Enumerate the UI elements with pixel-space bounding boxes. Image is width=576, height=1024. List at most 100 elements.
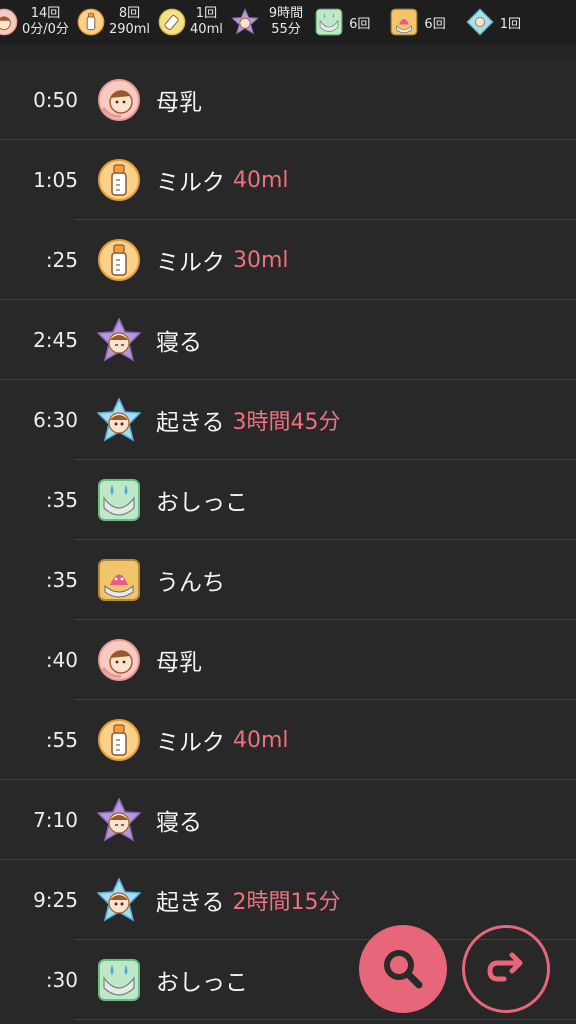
milk-bottle-icon xyxy=(98,159,140,201)
list-item[interactable]: :35 うんち xyxy=(0,540,576,620)
entry-label-wrap: ミルク 40ml xyxy=(156,700,289,780)
summary-pee[interactable]: 6回 xyxy=(315,0,370,44)
summary-formula-count: 1回 xyxy=(195,6,218,21)
summary-breast[interactable]: 14回 0分/0分 xyxy=(0,0,69,44)
entry-label-wrap: ミルク 30ml xyxy=(156,220,289,300)
breastfeeding-icon xyxy=(98,79,140,121)
entry-label: ミルク xyxy=(156,730,225,756)
entry-label: 寝る xyxy=(156,330,202,356)
breastfeeding-icon xyxy=(98,639,140,681)
pee-icon xyxy=(315,8,343,36)
entry-time: :35 xyxy=(45,488,78,512)
entry-label: 母乳 xyxy=(156,90,202,116)
summary-milk-amount: 290ml xyxy=(108,22,151,37)
summary-pee-count: 6回 xyxy=(349,16,371,32)
list-item[interactable]: 0:50 母乳 xyxy=(0,60,576,140)
entry-label: 母乳 xyxy=(156,650,202,676)
daily-summary-bar: 14回 0分/0分 8回 290ml 1回 40ml 9時間 55分 6回 6回… xyxy=(0,0,576,45)
list-item[interactable]: :25 ミルク 30ml xyxy=(0,220,576,300)
header-spacer xyxy=(0,44,576,60)
entry-time: 9:25 xyxy=(33,888,78,912)
entry-time: :25 xyxy=(45,248,78,272)
entry-amount: 3時間45分 xyxy=(232,410,341,435)
search-icon xyxy=(384,950,423,989)
entry-label-wrap: 母乳 xyxy=(156,60,202,140)
summary-other-count: 1回 xyxy=(499,16,521,32)
entry-time: 0:50 xyxy=(33,88,78,112)
row-divider xyxy=(74,1019,576,1020)
entry-label: うんち xyxy=(156,570,225,596)
timeline-list: 0:50 母乳 1:05 ミルク 40ml :25 ミルク 30ml 2:45 寝る 6:30 起きる… xyxy=(0,60,576,1020)
entry-label-wrap: 起きる 3時間45分 xyxy=(156,380,341,460)
entry-label: おしっこ xyxy=(156,970,248,996)
summary-sleep-text: 9時間 55分 xyxy=(269,6,303,38)
poop-icon xyxy=(98,559,140,601)
entry-time: 7:10 xyxy=(33,808,78,832)
entry-label: 起きる xyxy=(156,410,225,436)
milk-bottle-icon xyxy=(98,719,140,761)
entry-time: 6:30 xyxy=(33,408,78,432)
entry-label: おしっこ xyxy=(156,490,248,516)
list-item[interactable]: :40 母乳 xyxy=(0,620,576,700)
summary-formula-text: 1回 40ml xyxy=(190,6,223,38)
summary-milk-text: 8回 290ml xyxy=(109,6,150,38)
list-item[interactable]: 2:45 寝る xyxy=(0,300,576,380)
redo-arrow-icon xyxy=(487,952,523,982)
entry-label: ミルク xyxy=(156,250,225,276)
entry-label-wrap: 母乳 xyxy=(156,620,202,700)
milk-bottle-icon xyxy=(77,8,105,36)
entry-label-wrap: おしっこ xyxy=(156,940,248,1020)
sleep-icon xyxy=(97,798,141,842)
summary-sleep-minutes: 55分 xyxy=(271,22,301,37)
search-button[interactable] xyxy=(359,925,447,1013)
entry-amount: 30ml xyxy=(233,247,289,273)
poop-icon xyxy=(391,8,418,36)
summary-formula-amount: 40ml xyxy=(190,22,223,37)
summary-other[interactable]: 1回 xyxy=(466,0,521,44)
entry-amount: 40ml xyxy=(233,167,289,193)
summary-poop[interactable]: 6回 xyxy=(390,0,446,44)
summary-breast-text: 14回 0分/0分 xyxy=(22,6,69,38)
summary-breast-duration: 0分/0分 xyxy=(22,22,69,37)
summary-poop-count: 6回 xyxy=(424,16,446,32)
other-icon xyxy=(466,8,494,36)
summary-milk[interactable]: 8回 290ml xyxy=(77,0,150,44)
pee-icon xyxy=(98,479,140,521)
entry-time: 1:05 xyxy=(33,168,78,192)
pee-icon xyxy=(98,959,140,1001)
summary-milk-count: 8回 xyxy=(118,6,141,21)
summary-sleep[interactable]: 9時間 55分 xyxy=(230,0,303,44)
entry-time: 2:45 xyxy=(33,328,78,352)
share-button[interactable] xyxy=(462,925,550,1013)
entry-time: :40 xyxy=(45,648,78,672)
entry-label-wrap: ミルク 40ml xyxy=(156,140,289,220)
breastfeeding-icon xyxy=(0,8,18,36)
entry-time: :35 xyxy=(45,568,78,592)
entry-label-wrap: 寝る xyxy=(156,300,202,380)
entry-label-wrap: 寝る xyxy=(156,780,202,860)
milk-bottle-icon xyxy=(98,239,140,281)
list-item[interactable]: 6:30 起きる 3時間45分 xyxy=(0,380,576,460)
summary-formula[interactable]: 1回 40ml xyxy=(158,0,223,44)
entry-label: 起きる xyxy=(156,890,225,916)
list-item[interactable]: :55 ミルク 40ml xyxy=(0,700,576,780)
list-item[interactable]: 1:05 ミルク 40ml xyxy=(0,140,576,220)
entry-amount: 2時間15分 xyxy=(232,890,341,915)
entry-time: :30 xyxy=(45,968,78,992)
summary-sleep-duration: 9時間 xyxy=(268,6,304,21)
entry-label-wrap: おしっこ xyxy=(156,460,248,540)
sleep-icon xyxy=(230,8,259,35)
entry-label: ミルク xyxy=(156,170,225,196)
wake-icon xyxy=(97,878,141,922)
entry-label: 寝る xyxy=(156,810,202,836)
list-item[interactable]: :35 おしっこ xyxy=(0,460,576,540)
list-item[interactable]: 7:10 寝る xyxy=(0,780,576,860)
summary-breast-count: 14回 xyxy=(30,6,61,21)
sleep-icon xyxy=(97,318,141,362)
entry-time: :55 xyxy=(45,728,78,752)
formula-bottle-icon xyxy=(158,8,186,36)
entry-label-wrap: うんち xyxy=(156,540,225,620)
entry-label-wrap: 起きる 2時間15分 xyxy=(156,860,341,940)
wake-icon xyxy=(97,398,141,442)
entry-amount: 40ml xyxy=(233,727,289,753)
